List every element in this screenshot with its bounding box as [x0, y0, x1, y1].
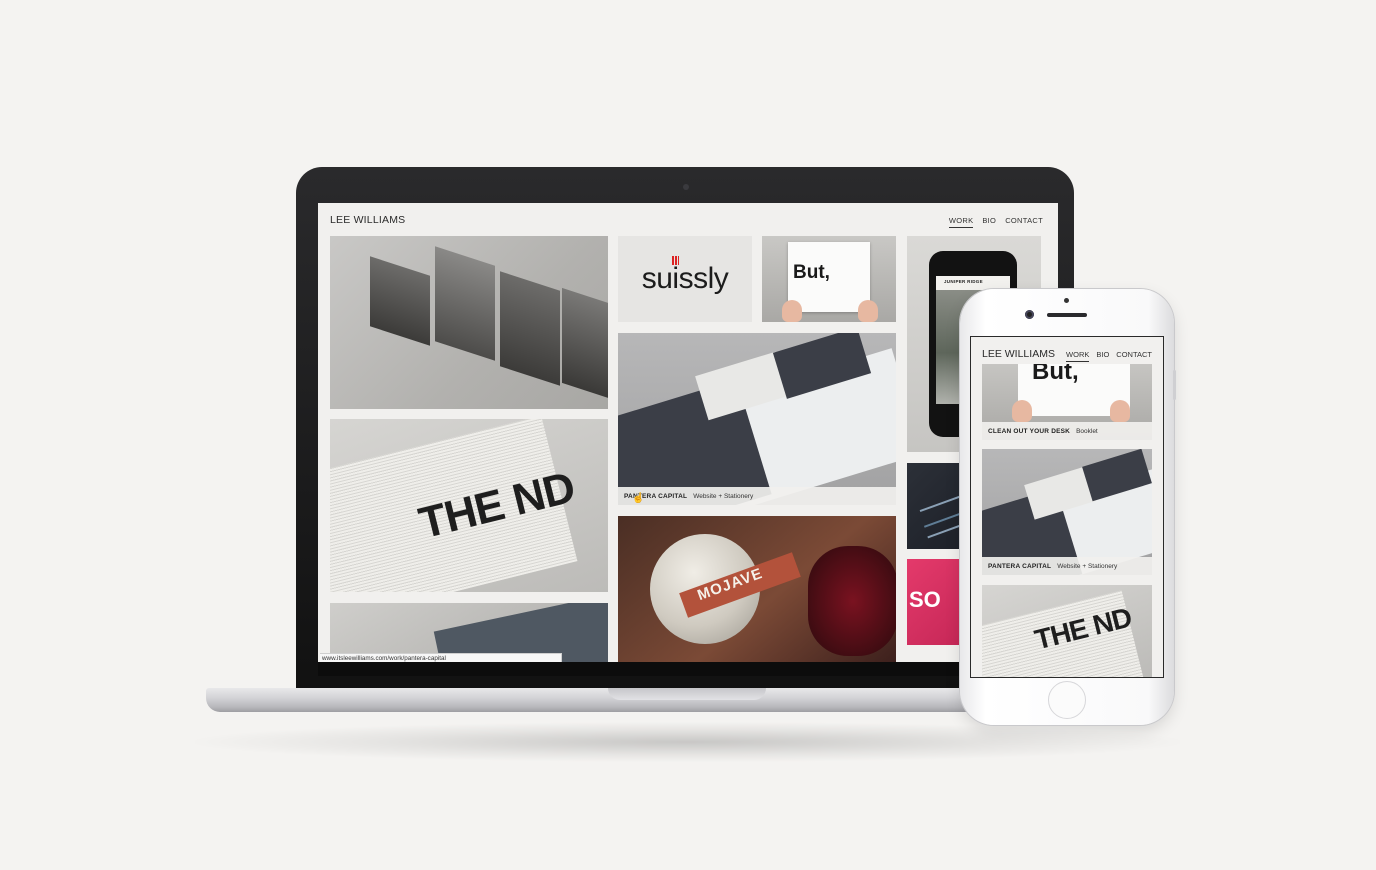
project-tile-mojave[interactable]: MOJAVE — [618, 516, 896, 662]
hand-left — [782, 300, 802, 322]
laptop-notch — [608, 688, 766, 700]
phone-screen: LEE WILLIAMS WORK BIO CONTACT But, CLEAN… — [971, 337, 1163, 677]
nav-contact[interactable]: CONTACT — [1005, 216, 1043, 228]
mobile-caption-title: CLEAN OUT YOUR DESK — [988, 427, 1071, 435]
project-tile-pantera[interactable]: PANTERA CAPITAL Website + Stationery — [618, 333, 896, 505]
mobile-caption-pantera: PANTERA CAPITAL Website + Stationery — [982, 557, 1152, 575]
hand-right — [858, 300, 878, 322]
mobile-tile-pantera[interactable]: PANTERA CAPITAL Website + Stationery — [982, 449, 1152, 575]
mobile-nav-bio[interactable]: BIO — [1096, 350, 1109, 362]
mobile-booklet-word: But, — [1032, 364, 1079, 385]
status-bar-url: www.itsleewilliams.com/work/pantera-capi… — [320, 653, 562, 662]
pink-word: SO — [909, 587, 941, 612]
nav-bio[interactable]: BIO — [982, 216, 996, 228]
booklet-word: But, — [793, 262, 830, 283]
mini-phone-title: JUNIPER RIDGE — [944, 279, 983, 284]
pointer-cursor-icon: ☝ — [632, 493, 645, 504]
laptop-camera — [683, 184, 689, 190]
mobile-tile-newsprint[interactable]: THE ND — [982, 585, 1152, 677]
mobile-nav-contact[interactable]: CONTACT — [1116, 350, 1152, 362]
site-nav: WORK BIO CONTACT — [948, 216, 1043, 228]
mobile-site-nav: WORK BIO CONTACT — [1066, 350, 1152, 362]
mobile-site-logo[interactable]: LEE WILLIAMS — [982, 348, 1055, 360]
phone-home-button[interactable] — [1048, 681, 1086, 719]
suissly-word: suissly — [641, 262, 729, 295]
mobile-caption-subtitle: Website + Stationery — [1057, 562, 1118, 570]
pantera-caption: PANTERA CAPITAL Website + Stationery — [618, 487, 896, 505]
project-tile-newsprint[interactable]: THE ND — [330, 419, 608, 592]
phone-side-button — [1173, 370, 1176, 400]
laptop-screen: LEE WILLIAMS WORK BIO CONTACT THE ND sui… — [318, 203, 1058, 662]
nav-work[interactable]: WORK — [948, 216, 974, 228]
mobile-nav-work[interactable]: WORK — [1066, 350, 1090, 362]
device-shadow — [195, 722, 1180, 762]
project-tile-suissly[interactable]: suissly — [618, 236, 752, 322]
suissly-mark-icon — [671, 256, 679, 265]
phone-speaker — [1047, 313, 1087, 317]
phone-camera — [1025, 310, 1034, 319]
mobile-caption-title: PANTERA CAPITAL — [988, 562, 1052, 570]
mobile-hand-left — [1012, 400, 1032, 422]
project-tile-booklet[interactable]: But, — [762, 236, 896, 322]
caption-subtitle: Website + Stationery — [693, 492, 754, 500]
site-logo[interactable]: LEE WILLIAMS — [330, 214, 405, 226]
mobile-tile-booklet[interactable]: But, CLEAN OUT YOUR DESK Booklet — [982, 364, 1152, 440]
project-tile-brochure[interactable] — [330, 236, 608, 409]
suissly-logo: suissly — [641, 256, 729, 296]
mobile-hand-right — [1110, 400, 1130, 422]
mojave-jar — [808, 546, 896, 656]
laptop-chin — [318, 662, 1058, 676]
phone-sensor — [1064, 298, 1069, 303]
mobile-caption-subtitle: Booklet — [1076, 427, 1098, 435]
mobile-caption-booklet: CLEAN OUT YOUR DESK Booklet — [982, 422, 1152, 440]
